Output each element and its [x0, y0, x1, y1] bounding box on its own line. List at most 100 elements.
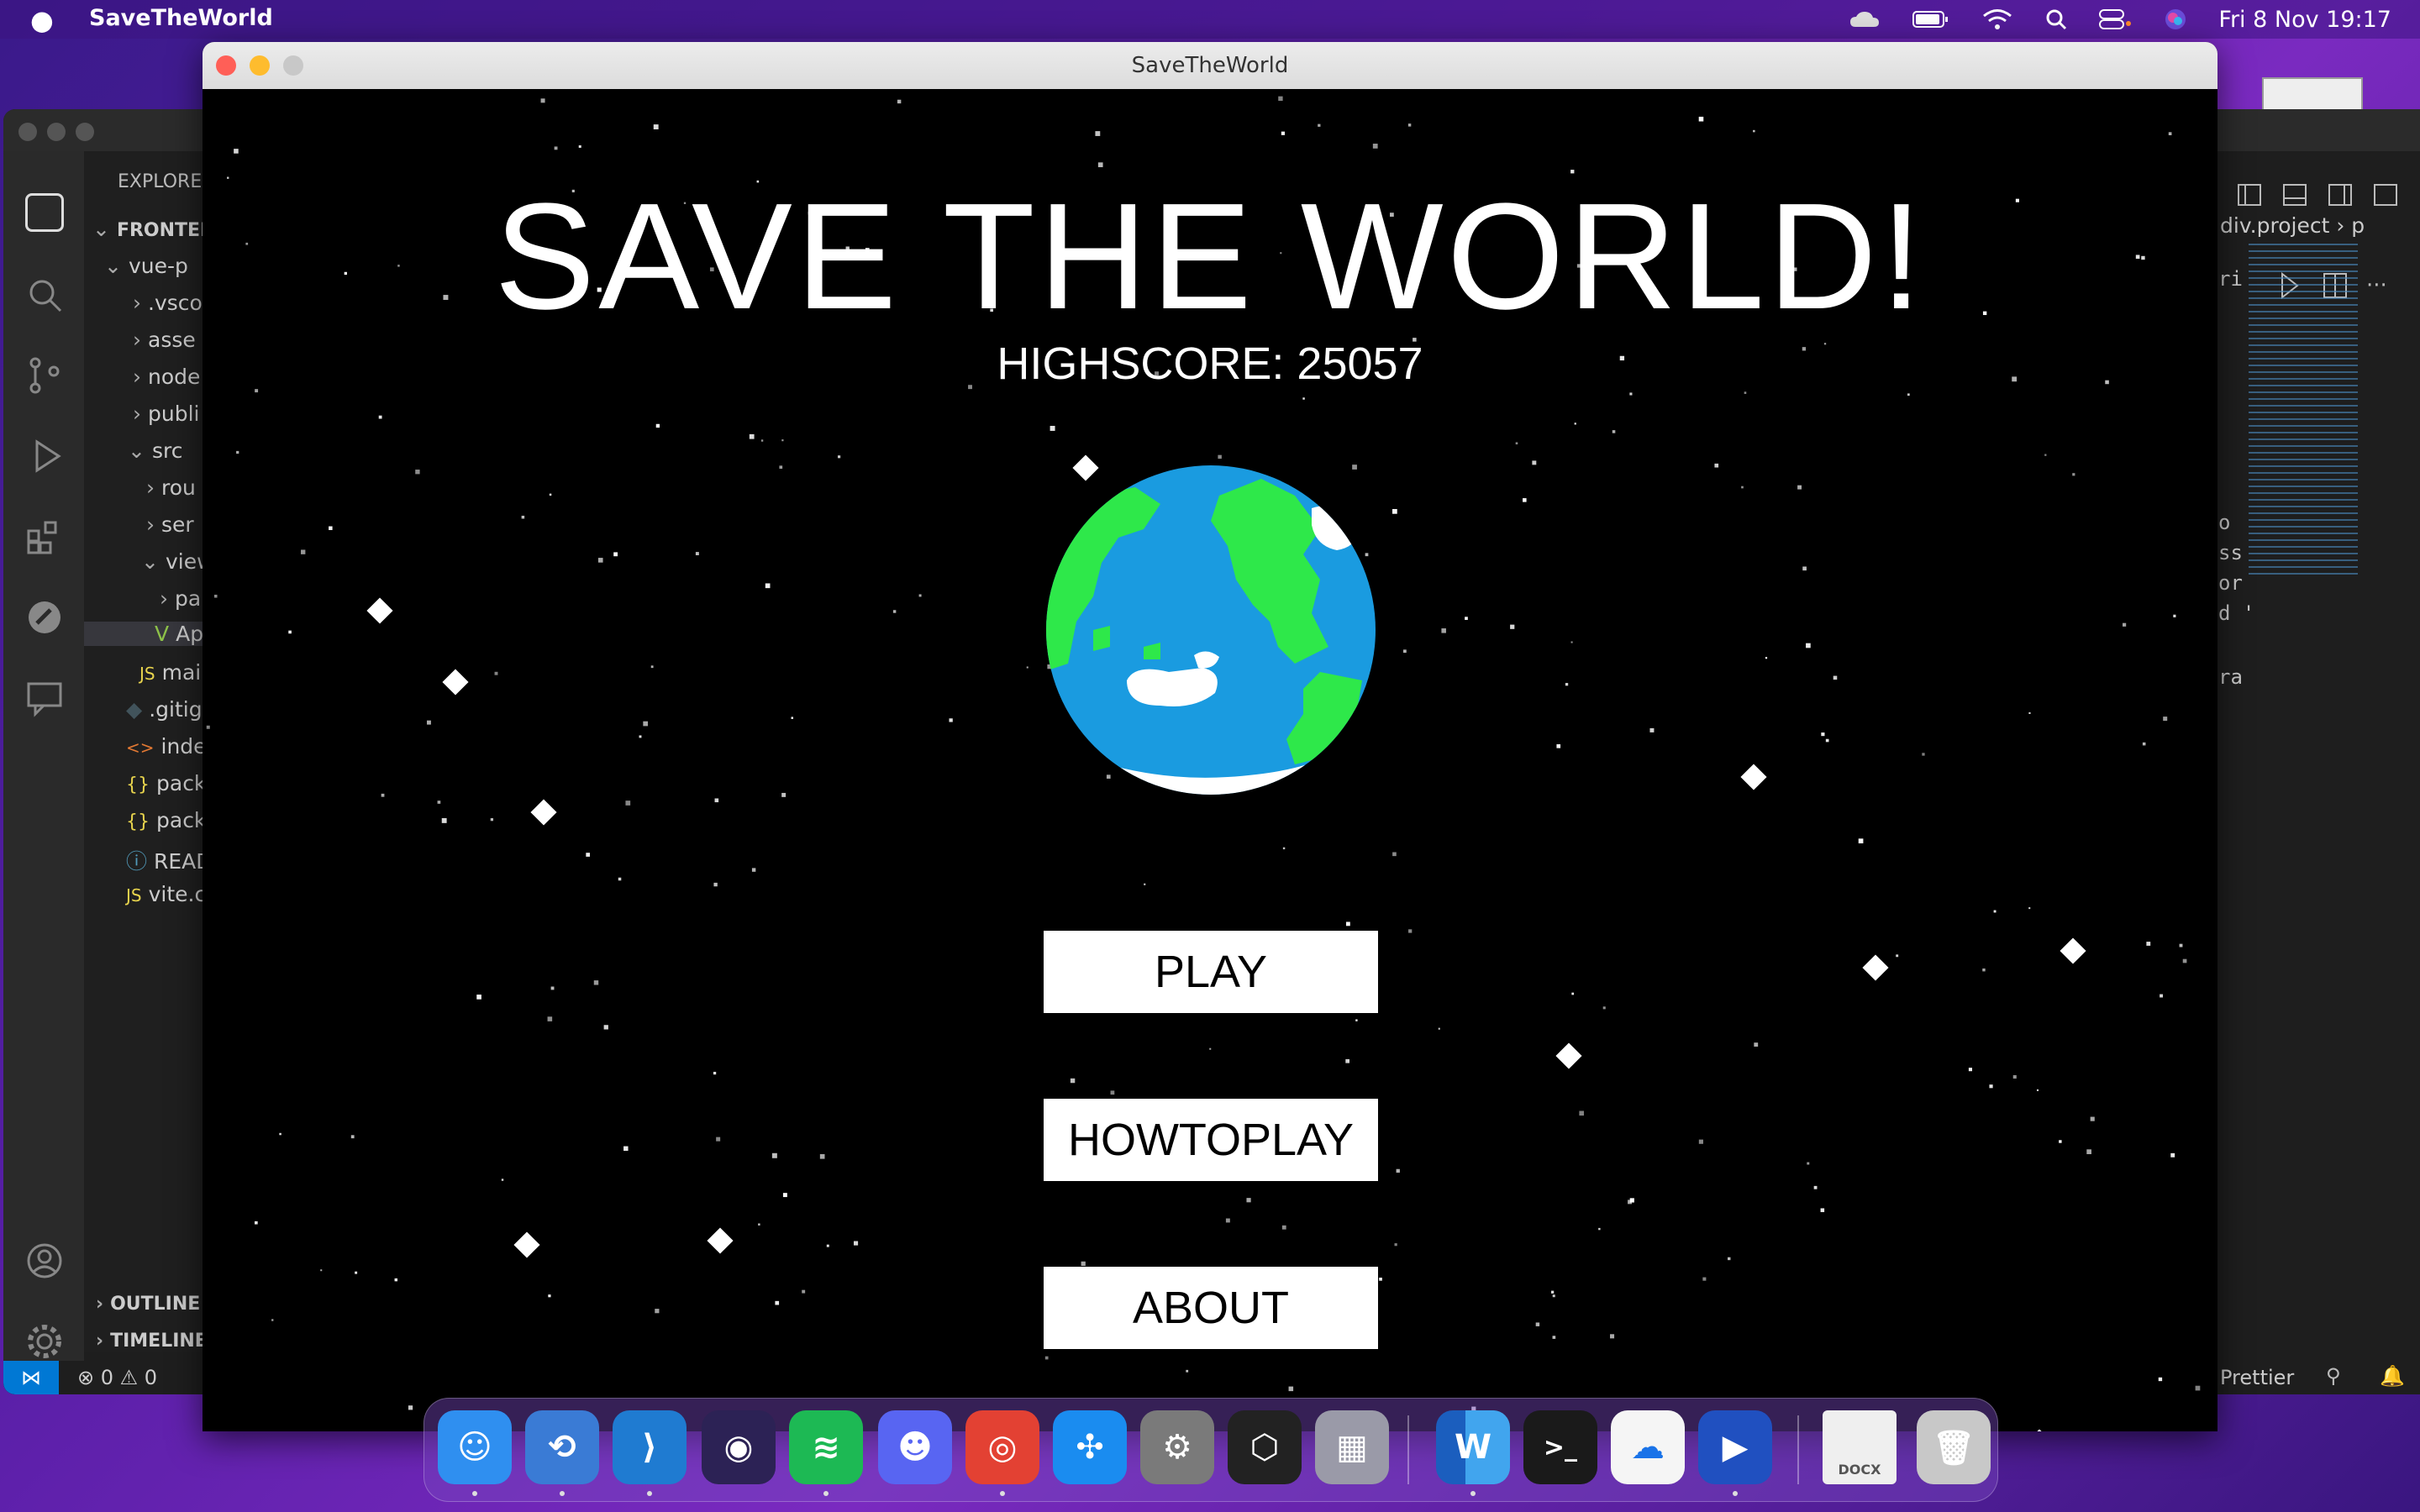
feedback-icon[interactable]: ⚲ — [2326, 1364, 2341, 1388]
tree-item[interactable]: › asse — [133, 328, 196, 352]
tree-item[interactable]: ⌄view — [141, 549, 205, 574]
tree-item[interactable]: ⌄ src — [128, 438, 182, 463]
minimize-window-button[interactable] — [250, 55, 270, 76]
timeline-section[interactable]: › TIMELINE — [96, 1331, 205, 1352]
remote-explorer-icon[interactable] — [25, 598, 64, 637]
layout-toggles-icon[interactable] — [2237, 181, 2420, 212]
zoom-window-button[interactable] — [283, 55, 303, 76]
tree-item[interactable]: ⌄FRONTEN — [92, 217, 205, 241]
siri-icon[interactable] — [2165, 8, 2186, 30]
quicktime-icon[interactable]: ▶ — [1698, 1410, 1772, 1484]
play-button[interactable]: PLAY — [1044, 931, 1378, 1013]
minimap[interactable] — [2249, 244, 2358, 580]
code-fragment: ra — [2218, 665, 2243, 689]
menubar-status-area: Fri 8 Nov 19:17 — [1849, 0, 2391, 39]
tree-item[interactable]: › .vsco — [133, 291, 203, 315]
docx-file-icon[interactable]: DOCX — [1823, 1410, 1897, 1484]
highscore-label: HIGHSCORE: 25057 — [997, 339, 1423, 389]
svg-text:···: ··· — [2366, 273, 2387, 298]
code-fragment: ss — [2218, 541, 2243, 564]
vscode-statusbar: ⋈ ⊗ 0 ⚠ 0 — [3, 1361, 205, 1394]
terminal-icon[interactable]: >_ — [1523, 1410, 1597, 1484]
problems-count[interactable]: ⊗ 0 ⚠ 0 — [77, 1366, 157, 1389]
notifications-bell-icon[interactable]: 🔔 — [2380, 1364, 2405, 1388]
discord-icon[interactable]: ☻ — [878, 1410, 952, 1484]
remote-indicator-icon[interactable]: ⋈ — [3, 1361, 59, 1394]
game-canvas[interactable]: SAVE THE WORLD! HIGHSCORE: 25057 PLAY HO… — [203, 89, 2217, 1431]
tree-item[interactable]: JS vite.c — [126, 882, 205, 906]
breadcrumb[interactable]: div.project › p — [2220, 213, 2365, 238]
running-indicator — [560, 1491, 565, 1496]
tree-item[interactable]: › rou — [146, 475, 196, 500]
minimize-window-button[interactable] — [47, 123, 66, 141]
close-window-button[interactable] — [216, 55, 236, 76]
launchpad-icon[interactable]: ▦ — [1315, 1410, 1389, 1484]
outline-section[interactable]: › OUTLINE — [96, 1294, 200, 1315]
onedrive-icon[interactable]: ☁ — [1611, 1410, 1685, 1484]
wifi-icon[interactable] — [1981, 8, 2013, 30]
dock: ☺ ⟲ ⟩ ◉ ≋ ☻ ◎ ✣ ⚙ ⬡ ▦ W >_ ☁ ▶ DOCX 🗑 — [424, 1398, 1998, 1502]
code-fragment: or — [2218, 571, 2243, 595]
word-icon[interactable]: W — [1436, 1410, 1510, 1484]
earth-icon — [1046, 465, 1376, 795]
tree-item[interactable]: {} pack — [126, 771, 205, 795]
code-fragment: ri — [2218, 267, 2243, 291]
extensions-icon[interactable] — [25, 517, 64, 556]
spotify-icon[interactable]: ≋ — [789, 1410, 863, 1484]
tree-item[interactable]: › publi — [133, 402, 199, 426]
menu-bar: ● SaveTheWorld Fri 8 Nov 19:17 — [0, 0, 2420, 39]
system-settings-icon[interactable]: ⚙ — [1140, 1410, 1214, 1484]
tree-item[interactable]: <>index — [126, 734, 205, 759]
game-title: SAVE THE WORLD! — [494, 172, 1926, 341]
dock-separator — [1797, 1415, 1799, 1484]
finder-icon[interactable]: ☺ — [438, 1410, 512, 1484]
tree-item[interactable]: › ser — [146, 512, 194, 537]
tree-item-selected[interactable]: V Ap — [84, 622, 205, 646]
prettier-status[interactable]: Prettier — [2220, 1366, 2294, 1389]
menubar-app-name[interactable]: SaveTheWorld — [89, 5, 273, 31]
zoom-window-button[interactable] — [76, 123, 94, 141]
menubar-clock[interactable]: Fri 8 Nov 19:17 — [2218, 7, 2391, 33]
dock-separator — [1407, 1415, 1409, 1484]
cloud-icon[interactable] — [1849, 10, 1881, 29]
trash-icon[interactable]: 🗑 — [1917, 1410, 1991, 1484]
account-icon[interactable] — [25, 1242, 64, 1280]
tree-item[interactable]: JS mai — [139, 660, 201, 685]
activity-bar — [3, 151, 84, 1394]
running-indicator — [472, 1491, 477, 1496]
vscode-window-left: EXPLORE ⌄FRONTEN ⌄vue-p ›.vsco ›asse ›no… — [3, 109, 205, 1394]
tree-item[interactable]: ⌄ vue-p — [104, 254, 188, 278]
unity-hub-icon[interactable]: ⬡ — [1228, 1410, 1302, 1484]
running-indicator — [647, 1491, 652, 1496]
eclipse-icon[interactable]: ◉ — [702, 1410, 776, 1484]
jetbrains-toolbox-icon[interactable]: ⟲ — [525, 1410, 599, 1484]
code-fragment: d ' — [2218, 601, 2255, 625]
tree-item[interactable]: ◆ .gitig — [126, 697, 203, 722]
tree-item[interactable]: › pa — [160, 586, 201, 611]
explorer-panel: EXPLORE ⌄FRONTEN ⌄vue-p ›.vsco ›asse ›no… — [84, 151, 205, 1352]
safari-icon[interactable]: ✣ — [1053, 1410, 1127, 1484]
tree-item[interactable]: › node — [133, 365, 200, 389]
run-debug-icon[interactable] — [25, 437, 64, 475]
apple-menu-icon[interactable]: ● — [30, 4, 54, 36]
search-icon[interactable] — [25, 276, 64, 314]
source-control-icon[interactable] — [25, 356, 64, 395]
vscode-icon[interactable]: ⟩ — [613, 1410, 687, 1484]
gear-icon[interactable] — [25, 1322, 64, 1361]
battery-icon[interactable] — [1912, 10, 1949, 29]
about-button[interactable]: ABOUT — [1044, 1267, 1378, 1349]
close-window-button[interactable] — [18, 123, 37, 141]
explorer-header: EXPLORE — [118, 171, 203, 192]
tree-item[interactable]: {} pack — [126, 808, 205, 832]
comments-icon[interactable] — [25, 679, 64, 717]
howtoplay-button[interactable]: HOWTOPLAY — [1044, 1099, 1378, 1181]
running-indicator — [1470, 1491, 1476, 1496]
running-indicator — [823, 1491, 829, 1496]
explorer-icon[interactable] — [25, 193, 64, 232]
running-indicator — [1733, 1491, 1738, 1496]
control-center-icon[interactable] — [2099, 9, 2133, 29]
chrome-icon[interactable]: ◎ — [965, 1410, 1039, 1484]
spotlight-search-icon[interactable] — [2045, 8, 2067, 30]
vscode-titlebar — [3, 109, 205, 151]
tree-item[interactable]: ⓘ READ — [126, 845, 205, 875]
